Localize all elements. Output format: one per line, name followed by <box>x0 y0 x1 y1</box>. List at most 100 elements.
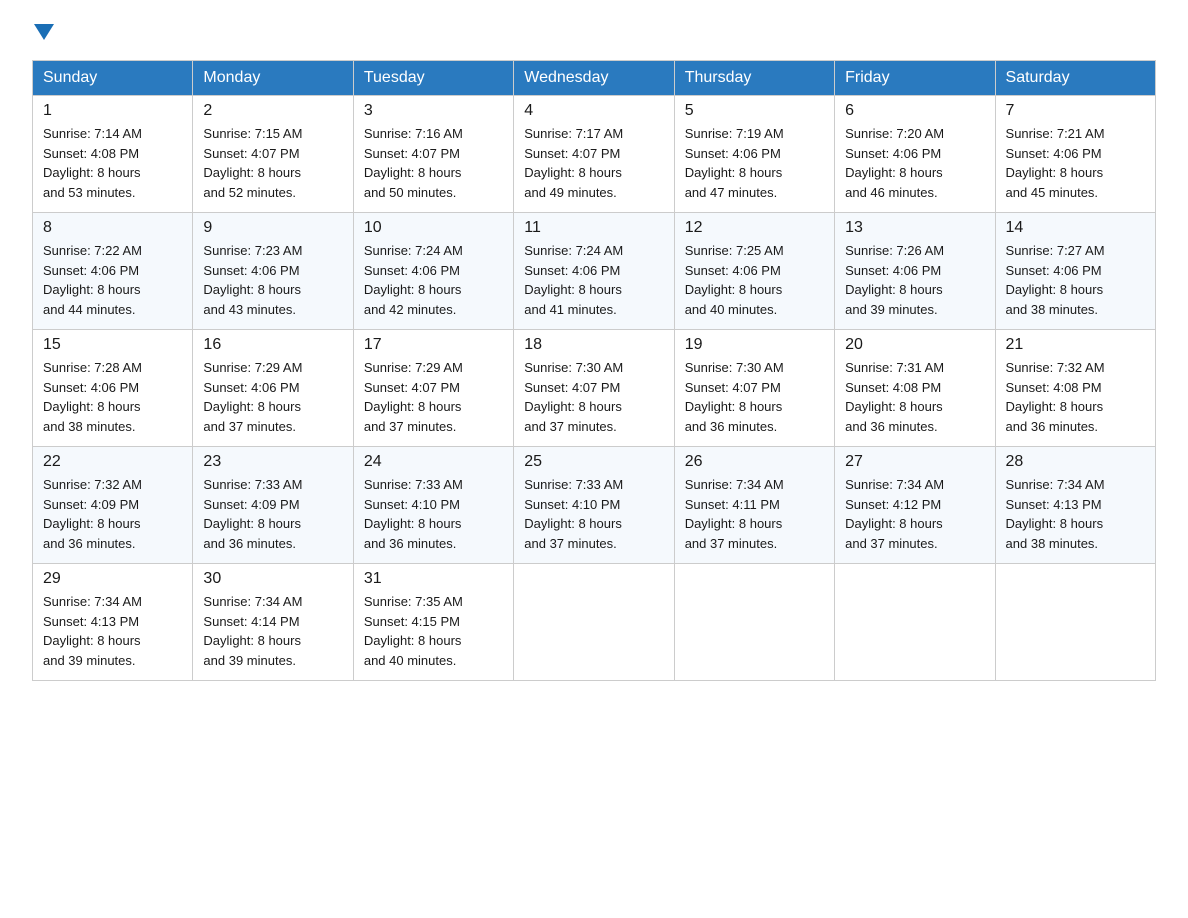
day-number: 24 <box>364 453 503 471</box>
calendar-cell: 27 Sunrise: 7:34 AMSunset: 4:12 PMDaylig… <box>835 447 995 564</box>
calendar-cell: 9 Sunrise: 7:23 AMSunset: 4:06 PMDayligh… <box>193 213 353 330</box>
calendar-cell: 20 Sunrise: 7:31 AMSunset: 4:08 PMDaylig… <box>835 330 995 447</box>
day-number: 15 <box>43 336 182 354</box>
calendar-cell: 15 Sunrise: 7:28 AMSunset: 4:06 PMDaylig… <box>33 330 193 447</box>
day-info: Sunrise: 7:24 AMSunset: 4:06 PMDaylight:… <box>524 241 663 319</box>
calendar-cell: 19 Sunrise: 7:30 AMSunset: 4:07 PMDaylig… <box>674 330 834 447</box>
day-info: Sunrise: 7:29 AMSunset: 4:06 PMDaylight:… <box>203 358 342 436</box>
day-info: Sunrise: 7:24 AMSunset: 4:06 PMDaylight:… <box>364 241 503 319</box>
calendar-table: SundayMondayTuesdayWednesdayThursdayFrid… <box>32 60 1156 681</box>
weekday-header-friday: Friday <box>835 61 995 96</box>
week-row-3: 15 Sunrise: 7:28 AMSunset: 4:06 PMDaylig… <box>33 330 1156 447</box>
weekday-header-sunday: Sunday <box>33 61 193 96</box>
calendar-cell <box>995 564 1155 681</box>
calendar-cell: 7 Sunrise: 7:21 AMSunset: 4:06 PMDayligh… <box>995 96 1155 213</box>
day-info: Sunrise: 7:34 AMSunset: 4:11 PMDaylight:… <box>685 475 824 553</box>
weekday-header-monday: Monday <box>193 61 353 96</box>
day-info: Sunrise: 7:34 AMSunset: 4:13 PMDaylight:… <box>1006 475 1145 553</box>
calendar-cell: 4 Sunrise: 7:17 AMSunset: 4:07 PMDayligh… <box>514 96 674 213</box>
calendar-cell: 29 Sunrise: 7:34 AMSunset: 4:13 PMDaylig… <box>33 564 193 681</box>
week-row-1: 1 Sunrise: 7:14 AMSunset: 4:08 PMDayligh… <box>33 96 1156 213</box>
day-info: Sunrise: 7:30 AMSunset: 4:07 PMDaylight:… <box>685 358 824 436</box>
day-info: Sunrise: 7:23 AMSunset: 4:06 PMDaylight:… <box>203 241 342 319</box>
day-info: Sunrise: 7:34 AMSunset: 4:13 PMDaylight:… <box>43 592 182 670</box>
day-info: Sunrise: 7:20 AMSunset: 4:06 PMDaylight:… <box>845 124 984 202</box>
day-info: Sunrise: 7:30 AMSunset: 4:07 PMDaylight:… <box>524 358 663 436</box>
day-number: 28 <box>1006 453 1145 471</box>
day-info: Sunrise: 7:17 AMSunset: 4:07 PMDaylight:… <box>524 124 663 202</box>
weekday-header-tuesday: Tuesday <box>353 61 513 96</box>
calendar-cell: 8 Sunrise: 7:22 AMSunset: 4:06 PMDayligh… <box>33 213 193 330</box>
day-number: 11 <box>524 219 663 237</box>
day-info: Sunrise: 7:15 AMSunset: 4:07 PMDaylight:… <box>203 124 342 202</box>
day-number: 8 <box>43 219 182 237</box>
day-number: 9 <box>203 219 342 237</box>
day-info: Sunrise: 7:31 AMSunset: 4:08 PMDaylight:… <box>845 358 984 436</box>
day-number: 16 <box>203 336 342 354</box>
day-number: 19 <box>685 336 824 354</box>
week-row-4: 22 Sunrise: 7:32 AMSunset: 4:09 PMDaylig… <box>33 447 1156 564</box>
calendar-cell <box>514 564 674 681</box>
weekday-header-wednesday: Wednesday <box>514 61 674 96</box>
day-info: Sunrise: 7:33 AMSunset: 4:10 PMDaylight:… <box>364 475 503 553</box>
day-number: 4 <box>524 102 663 120</box>
weekday-header-thursday: Thursday <box>674 61 834 96</box>
day-number: 12 <box>685 219 824 237</box>
calendar-cell: 24 Sunrise: 7:33 AMSunset: 4:10 PMDaylig… <box>353 447 513 564</box>
calendar-cell: 30 Sunrise: 7:34 AMSunset: 4:14 PMDaylig… <box>193 564 353 681</box>
day-number: 7 <box>1006 102 1145 120</box>
day-info: Sunrise: 7:25 AMSunset: 4:06 PMDaylight:… <box>685 241 824 319</box>
day-number: 22 <box>43 453 182 471</box>
day-info: Sunrise: 7:21 AMSunset: 4:06 PMDaylight:… <box>1006 124 1145 202</box>
day-info: Sunrise: 7:29 AMSunset: 4:07 PMDaylight:… <box>364 358 503 436</box>
calendar-cell: 17 Sunrise: 7:29 AMSunset: 4:07 PMDaylig… <box>353 330 513 447</box>
day-number: 14 <box>1006 219 1145 237</box>
calendar-cell: 5 Sunrise: 7:19 AMSunset: 4:06 PMDayligh… <box>674 96 834 213</box>
calendar-cell: 10 Sunrise: 7:24 AMSunset: 4:06 PMDaylig… <box>353 213 513 330</box>
calendar-cell: 22 Sunrise: 7:32 AMSunset: 4:09 PMDaylig… <box>33 447 193 564</box>
day-info: Sunrise: 7:16 AMSunset: 4:07 PMDaylight:… <box>364 124 503 202</box>
calendar-cell: 23 Sunrise: 7:33 AMSunset: 4:09 PMDaylig… <box>193 447 353 564</box>
calendar-cell: 21 Sunrise: 7:32 AMSunset: 4:08 PMDaylig… <box>995 330 1155 447</box>
day-number: 18 <box>524 336 663 354</box>
day-info: Sunrise: 7:33 AMSunset: 4:09 PMDaylight:… <box>203 475 342 553</box>
calendar-cell <box>835 564 995 681</box>
calendar-cell <box>674 564 834 681</box>
week-row-2: 8 Sunrise: 7:22 AMSunset: 4:06 PMDayligh… <box>33 213 1156 330</box>
day-info: Sunrise: 7:22 AMSunset: 4:06 PMDaylight:… <box>43 241 182 319</box>
day-info: Sunrise: 7:19 AMSunset: 4:06 PMDaylight:… <box>685 124 824 202</box>
calendar-cell: 14 Sunrise: 7:27 AMSunset: 4:06 PMDaylig… <box>995 213 1155 330</box>
day-info: Sunrise: 7:34 AMSunset: 4:14 PMDaylight:… <box>203 592 342 670</box>
day-number: 1 <box>43 102 182 120</box>
day-number: 6 <box>845 102 984 120</box>
day-number: 25 <box>524 453 663 471</box>
calendar-cell: 11 Sunrise: 7:24 AMSunset: 4:06 PMDaylig… <box>514 213 674 330</box>
calendar-cell: 26 Sunrise: 7:34 AMSunset: 4:11 PMDaylig… <box>674 447 834 564</box>
day-info: Sunrise: 7:34 AMSunset: 4:12 PMDaylight:… <box>845 475 984 553</box>
day-number: 10 <box>364 219 503 237</box>
day-number: 23 <box>203 453 342 471</box>
calendar-cell: 12 Sunrise: 7:25 AMSunset: 4:06 PMDaylig… <box>674 213 834 330</box>
day-info: Sunrise: 7:35 AMSunset: 4:15 PMDaylight:… <box>364 592 503 670</box>
day-number: 30 <box>203 570 342 588</box>
calendar-cell: 25 Sunrise: 7:33 AMSunset: 4:10 PMDaylig… <box>514 447 674 564</box>
day-info: Sunrise: 7:27 AMSunset: 4:06 PMDaylight:… <box>1006 241 1145 319</box>
weekday-header-saturday: Saturday <box>995 61 1155 96</box>
calendar-cell: 1 Sunrise: 7:14 AMSunset: 4:08 PMDayligh… <box>33 96 193 213</box>
day-number: 26 <box>685 453 824 471</box>
day-number: 20 <box>845 336 984 354</box>
day-info: Sunrise: 7:33 AMSunset: 4:10 PMDaylight:… <box>524 475 663 553</box>
day-number: 27 <box>845 453 984 471</box>
logo <box>32 24 54 44</box>
day-info: Sunrise: 7:32 AMSunset: 4:09 PMDaylight:… <box>43 475 182 553</box>
weekday-header-row: SundayMondayTuesdayWednesdayThursdayFrid… <box>33 61 1156 96</box>
day-number: 21 <box>1006 336 1145 354</box>
calendar-cell: 16 Sunrise: 7:29 AMSunset: 4:06 PMDaylig… <box>193 330 353 447</box>
calendar-cell: 18 Sunrise: 7:30 AMSunset: 4:07 PMDaylig… <box>514 330 674 447</box>
day-number: 17 <box>364 336 503 354</box>
calendar-cell: 31 Sunrise: 7:35 AMSunset: 4:15 PMDaylig… <box>353 564 513 681</box>
day-number: 2 <box>203 102 342 120</box>
day-number: 31 <box>364 570 503 588</box>
day-info: Sunrise: 7:28 AMSunset: 4:06 PMDaylight:… <box>43 358 182 436</box>
calendar-cell: 3 Sunrise: 7:16 AMSunset: 4:07 PMDayligh… <box>353 96 513 213</box>
